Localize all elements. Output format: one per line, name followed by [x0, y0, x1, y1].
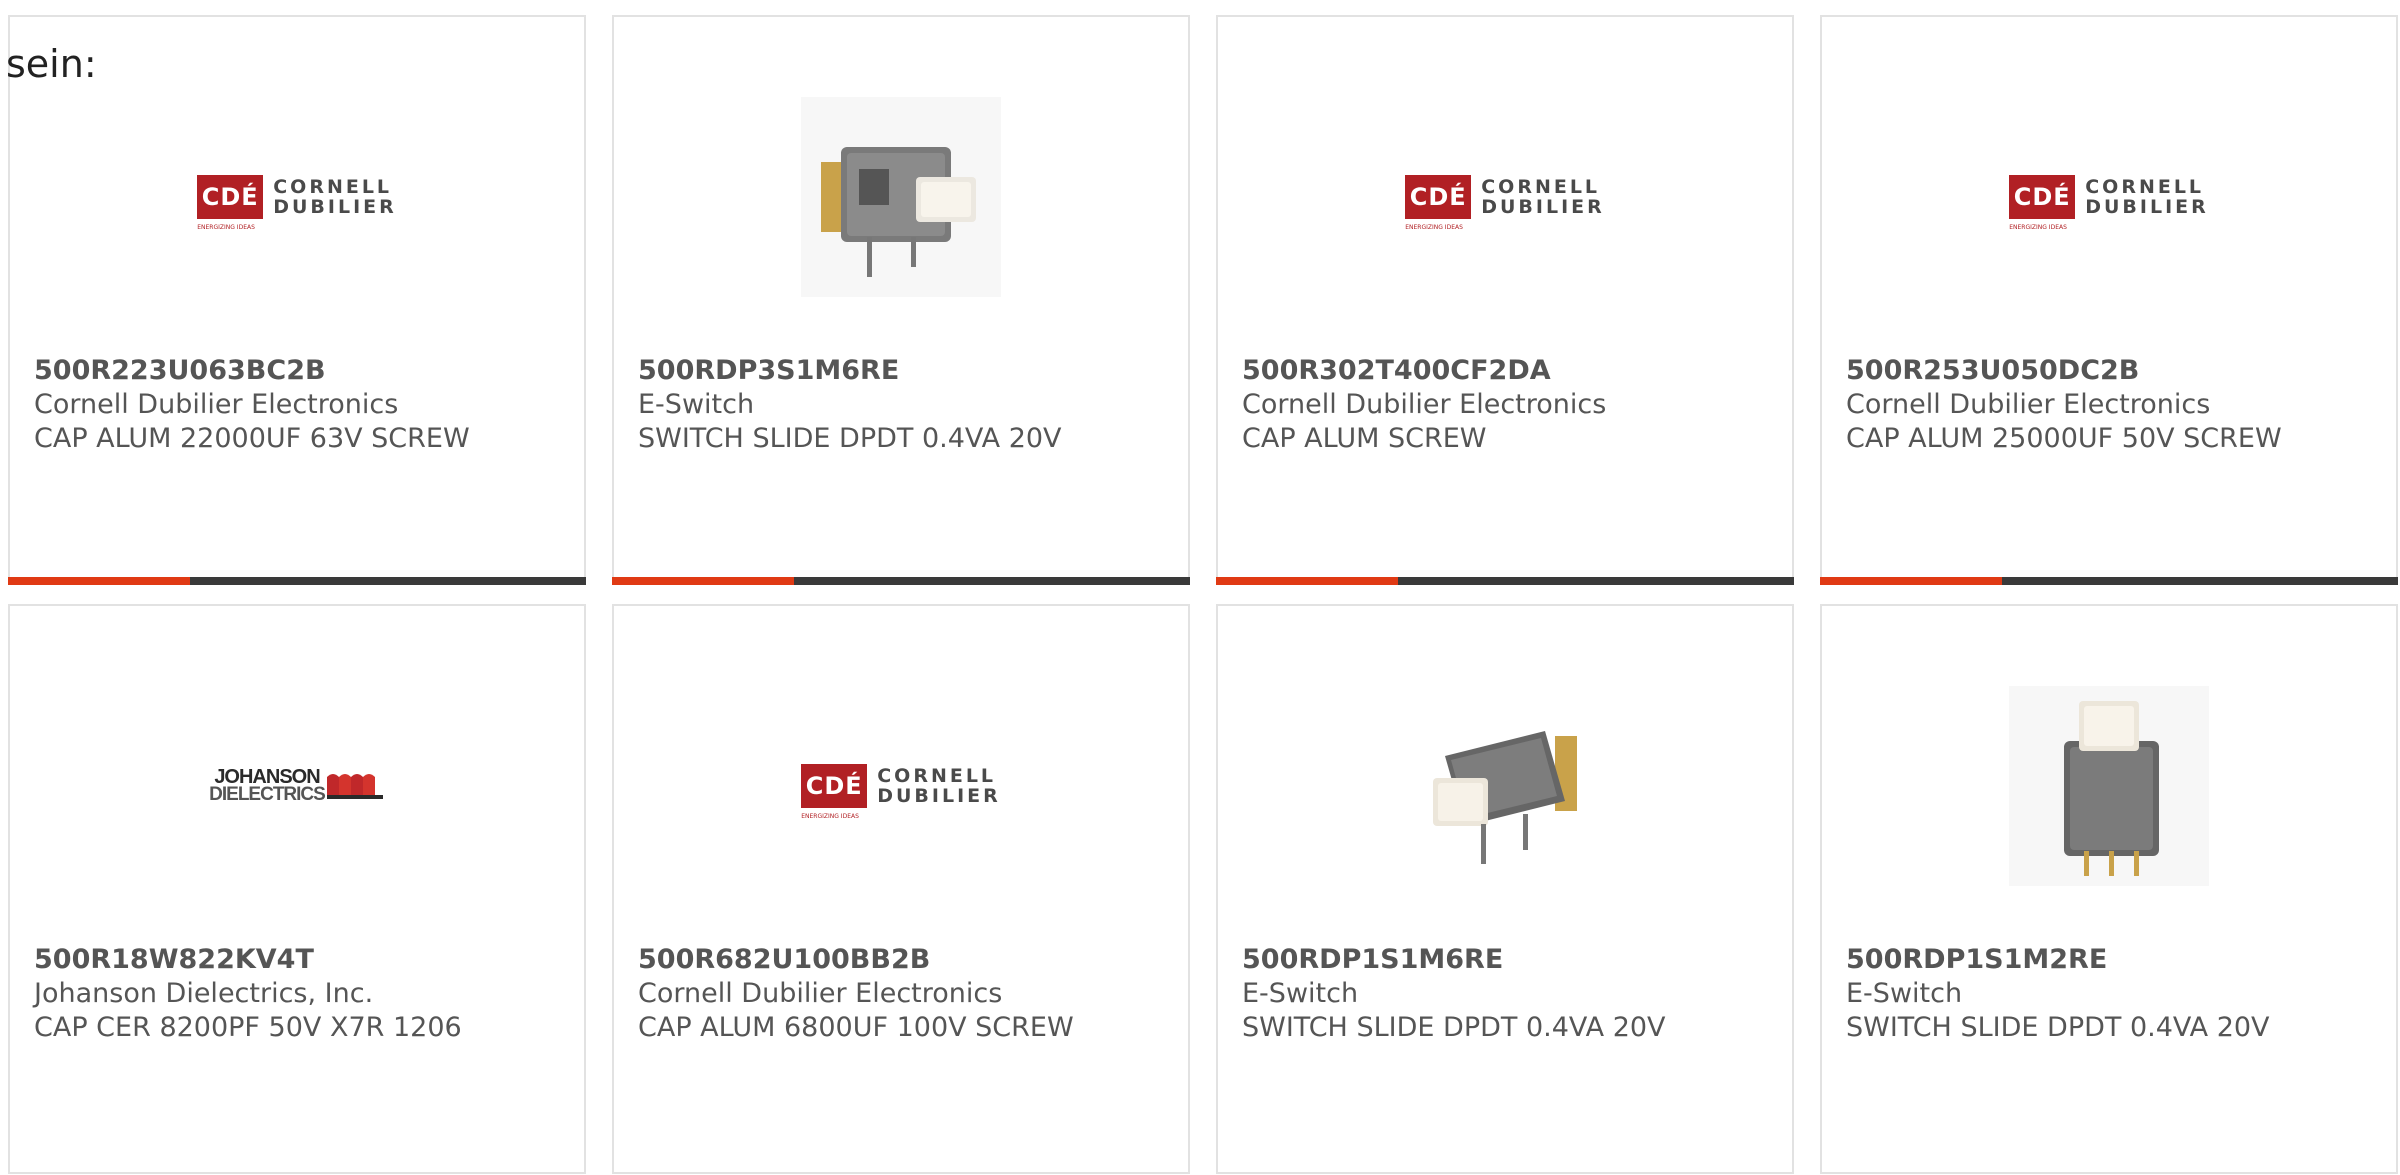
description: CAP ALUM 25000UF 50V SCREW: [1846, 423, 2282, 454]
part-number-link[interactable]: 500RDP1S1M6RE: [1242, 943, 1772, 977]
product-image[interactable]: CDÉ ENERGIZING IDEAS CORNELL DUBILIER: [10, 77, 584, 317]
cde-logo: CDÉ ENERGIZING IDEAS CORNELL DUBILIER: [2009, 175, 2209, 231]
product-image[interactable]: [1822, 666, 2396, 906]
product-image[interactable]: JOHANSON DIELECTRICS: [10, 666, 584, 906]
product-card[interactable]: CDÉ ENERGIZING IDEAS CORNELL DUBILIER 500R…: [1216, 15, 1794, 585]
product-image[interactable]: [1218, 666, 1792, 906]
slide-switch-photo: [1433, 731, 1577, 864]
intro-text: sein:: [6, 42, 97, 86]
cde-logo: CDÉ ENERGIZING IDEAS CORNELL DUBILIER: [801, 764, 1001, 820]
product-card[interactable]: CDÉ ENERGIZING IDEAS CORNELL DUBILIER 500R…: [8, 15, 586, 585]
part-number-link[interactable]: 500R18W822KV4T: [34, 943, 564, 977]
description: SWITCH SLIDE DPDT 0.4VA 20V: [1846, 1012, 2270, 1043]
manufacturer: E-Switch: [638, 389, 755, 420]
part-number-link[interactable]: 500R302T400CF2DA: [1242, 354, 1772, 388]
product-card[interactable]: JOHANSON DIELECTRICS 500R18W822KV4T Johan…: [8, 604, 586, 1174]
manufacturer: E-Switch: [1846, 978, 1963, 1009]
manufacturer: Cornell Dubilier Electronics: [34, 389, 399, 420]
cde-logo: CDÉ ENERGIZING IDEAS CORNELL DUBILIER: [1405, 175, 1605, 231]
manufacturer: E-Switch: [1242, 978, 1359, 1009]
part-number-link[interactable]: 500R253U050DC2B: [1846, 354, 2376, 388]
part-number-link[interactable]: 500R223U063BC2B: [34, 354, 564, 388]
cde-logo: CDÉ ENERGIZING IDEAS CORNELL DUBILIER: [197, 175, 397, 231]
slide-switch-photo: [801, 97, 1001, 297]
description: CAP ALUM 6800UF 100V SCREW: [638, 1012, 1074, 1043]
part-number-link[interactable]: 500RDP1S1M2RE: [1846, 943, 2376, 977]
card-bar: [612, 577, 1190, 585]
slide-switch-photo: [2009, 686, 2209, 886]
manufacturer: Cornell Dubilier Electronics: [638, 978, 1003, 1009]
capacitor-icon: [326, 774, 383, 799]
description: CAP CER 8200PF 50V X7R 1206: [34, 1012, 462, 1043]
manufacturer: Cornell Dubilier Electronics: [1846, 389, 2211, 420]
product-card[interactable]: 500RDP1S1M6RE E-Switch SWITCH SLIDE DPDT…: [1216, 604, 1794, 1174]
card-bar: [1820, 577, 2398, 585]
product-image[interactable]: [614, 77, 1188, 317]
description: CAP ALUM 22000UF 63V SCREW: [34, 423, 470, 454]
product-card[interactable]: 500RDP3S1M6RE E-Switch SWITCH SLIDE DPDT…: [612, 15, 1190, 585]
manufacturer: Cornell Dubilier Electronics: [1242, 389, 1607, 420]
description: SWITCH SLIDE DPDT 0.4VA 20V: [638, 423, 1062, 454]
description: SWITCH SLIDE DPDT 0.4VA 20V: [1242, 1012, 1666, 1043]
johanson-logo: JOHANSON DIELECTRICS: [209, 767, 385, 804]
product-grid: CDÉ ENERGIZING IDEAS CORNELL DUBILIER 500R…: [8, 15, 2400, 1175]
product-card[interactable]: 500RDP1S1M2RE E-Switch SWITCH SLIDE DPDT…: [1820, 604, 2398, 1174]
part-number-link[interactable]: 500RDP3S1M6RE: [638, 354, 1168, 388]
product-card[interactable]: CDÉ ENERGIZING IDEAS CORNELL DUBILIER 500R…: [612, 604, 1190, 1174]
card-bar: [8, 577, 586, 585]
product-image[interactable]: CDÉ ENERGIZING IDEAS CORNELL DUBILIER: [1218, 77, 1792, 317]
part-number-link[interactable]: 500R682U100BB2B: [638, 943, 1168, 977]
product-image[interactable]: CDÉ ENERGIZING IDEAS CORNELL DUBILIER: [614, 666, 1188, 906]
product-card[interactable]: CDÉ ENERGIZING IDEAS CORNELL DUBILIER 500R…: [1820, 15, 2398, 585]
description: CAP ALUM SCREW: [1242, 423, 1487, 454]
card-bar: [1216, 577, 1794, 585]
product-image[interactable]: CDÉ ENERGIZING IDEAS CORNELL DUBILIER: [1822, 77, 2396, 317]
manufacturer: Johanson Dielectrics, Inc.: [34, 978, 374, 1009]
